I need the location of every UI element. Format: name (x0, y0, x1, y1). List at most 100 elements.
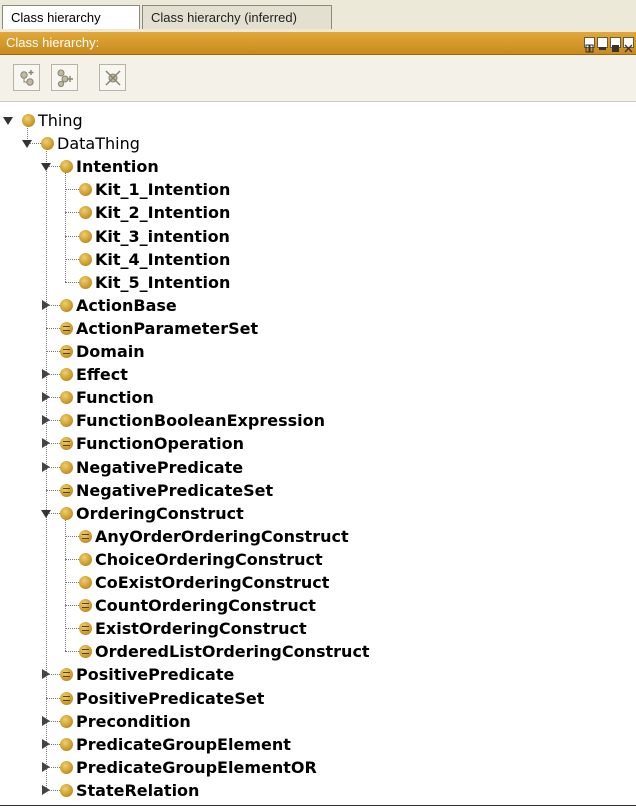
tab-class-hierarchy-inferred[interactable]: Class hierarchy (inferred) (142, 5, 332, 29)
tree-node[interactable]: AnyOrderOrderingConstruct (79, 525, 349, 548)
collapsed-triangle-icon[interactable] (42, 415, 50, 426)
class-icon (60, 298, 73, 312)
tree-node[interactable]: Intention (60, 155, 159, 178)
expanded-triangle-icon[interactable] (22, 140, 32, 149)
class-icon (60, 737, 73, 751)
toolbar (0, 55, 636, 102)
add-sibling-class-button[interactable] (51, 64, 78, 91)
tree-node[interactable]: Domain (60, 340, 145, 363)
tree-node[interactable]: OrderingConstruct (60, 502, 244, 525)
tree-node-label: OrderingConstruct (76, 503, 244, 523)
tree-node[interactable]: PredicateGroupElementOR (60, 756, 317, 779)
tree-node[interactable]: DataThing (41, 132, 140, 155)
tree-node[interactable]: Kit_1_Intention (79, 178, 230, 201)
collapsed-triangle-icon[interactable] (42, 438, 50, 449)
restore-icon[interactable] (584, 37, 595, 53)
collapsed-triangle-icon[interactable] (42, 669, 50, 680)
tree-node-label: Intention (76, 157, 159, 177)
expanded-triangle-icon[interactable] (41, 163, 51, 172)
tree-node[interactable]: Thing (22, 109, 83, 132)
tree-node-label: OrderedListOrderingConstruct (95, 642, 370, 662)
tree-connector (65, 258, 79, 260)
defined-class-icon (79, 622, 92, 636)
tree-connector (46, 351, 60, 352)
collapsed-triangle-icon[interactable] (42, 715, 50, 726)
class-icon (79, 552, 92, 566)
tree-node[interactable]: PositivePredicate (60, 663, 234, 686)
tree-node[interactable]: CountOrderingConstruct (79, 594, 316, 617)
tree-connector (65, 535, 79, 537)
class-icon (60, 714, 73, 728)
close-icon[interactable] (623, 37, 634, 53)
tree-node[interactable]: Kit_5_Intention (79, 271, 230, 294)
collapsed-triangle-icon[interactable] (42, 738, 50, 749)
collapsed-triangle-icon[interactable] (42, 299, 50, 310)
tree-node[interactable]: NegativePredicateSet (60, 479, 273, 502)
expanded-triangle-icon[interactable] (3, 117, 13, 125)
tree-node-label: PredicateGroupElementOR (76, 757, 317, 777)
defined-class-icon (60, 483, 73, 497)
tree-node[interactable]: Effect (60, 363, 128, 386)
class-icon (60, 783, 73, 797)
tree-node[interactable]: ActionBase (60, 294, 177, 317)
window-controls (584, 37, 634, 53)
collapsed-triangle-icon[interactable] (42, 761, 50, 772)
tree-node[interactable]: Kit_3_intention (79, 225, 230, 248)
tree-node-label: Kit_3_intention (95, 226, 230, 246)
maximize-icon[interactable] (610, 37, 621, 52)
tree-node-label: AnyOrderOrderingConstruct (95, 526, 349, 546)
tree-connector (65, 518, 66, 652)
tree-node[interactable]: Kit_2_Intention (79, 201, 230, 224)
tree-node[interactable]: Precondition (60, 710, 191, 733)
tree-node[interactable]: FunctionBooleanExpression (60, 409, 325, 432)
delete-class-button[interactable] (99, 64, 126, 91)
defined-class-icon (60, 321, 73, 335)
tree-node-label: Kit_1_Intention (95, 180, 231, 200)
tree-node[interactable]: Function (60, 386, 154, 409)
tree-node-label: Kit_2_Intention (95, 203, 231, 223)
tree-node[interactable]: ExistOrderingConstruct (79, 617, 307, 640)
tree-node-label: ChoiceOrderingConstruct (95, 549, 323, 569)
tree-node[interactable]: FunctionOperation (60, 432, 244, 455)
tree-node[interactable]: NegativePredicate (60, 456, 243, 479)
tab-class-hierarchy[interactable]: Class hierarchy (2, 5, 140, 29)
tree-node[interactable]: PredicateGroupElement (60, 733, 291, 756)
panel-header: Class hierarchy: (0, 32, 636, 55)
expanded-triangle-icon[interactable] (41, 509, 51, 518)
tree-node-label: ActionParameterSet (76, 318, 259, 338)
class-icon (79, 183, 92, 197)
tree-connector (46, 327, 60, 329)
tree-node[interactable]: CoExistOrderingConstruct (79, 571, 329, 594)
tree-node[interactable]: PositivePredicateSet (60, 687, 264, 710)
collapsed-triangle-icon[interactable] (42, 784, 50, 795)
collapsed-triangle-icon[interactable] (42, 392, 50, 403)
minimize-icon[interactable] (597, 37, 608, 50)
tree-node[interactable]: ChoiceOrderingConstruct (79, 548, 323, 571)
tab-bar: Class hierarchy Class hierarchy (inferre… (0, 0, 636, 33)
class-icon (79, 576, 92, 589)
tree-node-label: ExistOrderingConstruct (95, 619, 307, 639)
tree-node-label: Domain (76, 342, 145, 361)
add-subclass-icon (20, 70, 34, 86)
tree-node-label: PositivePredicateSet (76, 688, 265, 708)
defined-class-icon (79, 645, 92, 659)
tree-node-label: FunctionOperation (76, 434, 245, 454)
tree-node[interactable]: StateRelation (60, 779, 199, 802)
collapsed-triangle-icon[interactable] (42, 461, 50, 472)
tree-connector (65, 212, 79, 214)
class-icon (22, 114, 35, 127)
tree-node[interactable]: ActionParameterSet (60, 317, 258, 340)
tree-connector (65, 235, 79, 237)
add-subclass-button[interactable] (13, 64, 40, 91)
tree-node[interactable]: Kit_4_Intention (79, 248, 230, 271)
tree-connector (65, 628, 79, 630)
class-icon (60, 391, 73, 405)
collapsed-triangle-icon[interactable] (42, 369, 50, 380)
class-icon (60, 506, 73, 520)
tree-node-label: Kit_5_Intention (95, 272, 231, 292)
tree-node[interactable]: OrderedListOrderingConstruct (79, 640, 370, 663)
defined-class-icon (79, 529, 92, 543)
tree-node-label: StateRelation (76, 780, 200, 800)
tree-node-label: ActionBase (76, 295, 177, 315)
tree-node-label: FunctionBooleanExpression (76, 411, 325, 431)
